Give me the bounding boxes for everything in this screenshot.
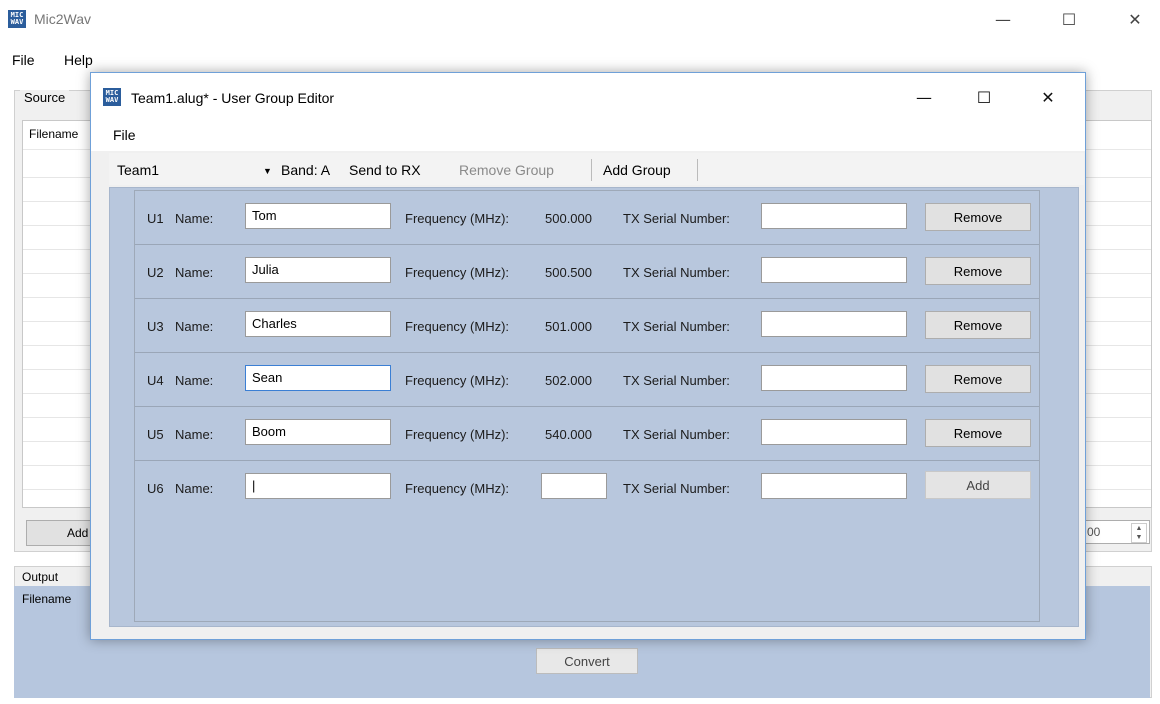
filename-column-header[interactable]: Filename bbox=[29, 127, 78, 141]
frequency-label: Frequency (MHz): bbox=[405, 373, 510, 388]
source-label: Source bbox=[20, 90, 70, 105]
name-label: Name: bbox=[175, 373, 214, 388]
add-file-button[interactable]: Add bbox=[26, 520, 92, 546]
tx-serial-label: TX Serial Number: bbox=[623, 211, 730, 226]
toolbar-separator bbox=[591, 159, 592, 181]
app-icon: MIC WAV bbox=[8, 10, 26, 28]
name-label: Name: bbox=[175, 319, 214, 334]
spinner-value: 00 bbox=[1087, 525, 1101, 539]
window-title: Mic2Wav bbox=[34, 11, 92, 27]
remove-user-button[interactable]: Remove bbox=[925, 203, 1031, 231]
dialog-close-icon[interactable]: ✕ bbox=[1025, 78, 1071, 116]
user-editor-panel: U1 Name: Tom Frequency (MHz): 500.000 TX… bbox=[109, 187, 1079, 627]
user-id: U4 bbox=[147, 373, 164, 388]
name-input[interactable]: | bbox=[245, 473, 391, 499]
dialog-menu-bar: File bbox=[91, 121, 1085, 151]
frequency-label: Frequency (MHz): bbox=[405, 211, 510, 226]
user-row-u4: U4 Name: Sean Frequency (MHz): 502.000 T… bbox=[135, 353, 1039, 407]
user-row-u3: U3 Name: Charles Frequency (MHz): 501.00… bbox=[135, 299, 1039, 353]
user-row-u5: U5 Name: Boom Frequency (MHz): 540.000 T… bbox=[135, 407, 1039, 461]
output-filename-label: Filename bbox=[22, 592, 72, 606]
tx-serial-input[interactable] bbox=[761, 257, 907, 283]
menu-help[interactable]: Help bbox=[64, 52, 93, 68]
frequency-value: 500.000 bbox=[545, 211, 592, 226]
dialog-minimize-icon[interactable]: — bbox=[901, 78, 947, 116]
frequency-value: 500.500 bbox=[545, 265, 592, 280]
value-spinner[interactable]: 00 ▲ ▼ bbox=[1080, 520, 1150, 544]
user-row-u1: U1 Name: Tom Frequency (MHz): 500.000 TX… bbox=[135, 191, 1039, 245]
dialog-maximize-icon[interactable]: ☐ bbox=[961, 78, 1007, 116]
menu-file[interactable]: File bbox=[12, 52, 35, 68]
tx-serial-label: TX Serial Number: bbox=[623, 481, 730, 496]
frequency-label: Frequency (MHz): bbox=[405, 265, 510, 280]
name-input[interactable]: Boom bbox=[245, 419, 391, 445]
tx-serial-label: TX Serial Number: bbox=[623, 319, 730, 334]
user-id: U2 bbox=[147, 265, 164, 280]
tx-serial-label: TX Serial Number: bbox=[623, 265, 730, 280]
maximize-icon[interactable]: ☐ bbox=[1046, 0, 1092, 38]
tx-serial-input[interactable] bbox=[761, 203, 907, 229]
convert-button[interactable]: Convert bbox=[536, 648, 638, 674]
tx-serial-input[interactable] bbox=[761, 365, 907, 391]
tx-serial-label: TX Serial Number: bbox=[623, 373, 730, 388]
name-label: Name: bbox=[175, 427, 214, 442]
add-group-button[interactable]: Add Group bbox=[603, 162, 671, 178]
main-title-bar: MIC WAV Mic2Wav — ☐ ✕ bbox=[0, 0, 1160, 38]
frequency-value: 540.000 bbox=[545, 427, 592, 442]
name-label: Name: bbox=[175, 211, 214, 226]
frequency-label: Frequency (MHz): bbox=[405, 319, 510, 334]
user-group-editor-dialog: MIC WAV Team1.alug* - User Group Editor … bbox=[90, 72, 1086, 640]
name-label: Name: bbox=[175, 481, 214, 496]
tx-serial-label: TX Serial Number: bbox=[623, 427, 730, 442]
band-label[interactable]: Band: A bbox=[281, 162, 330, 178]
frequency-value: 502.000 bbox=[545, 373, 592, 388]
user-row-u2: U2 Name: Julia Frequency (MHz): 500.500 … bbox=[135, 245, 1039, 299]
name-input[interactable]: Tom bbox=[245, 203, 391, 229]
user-list: U1 Name: Tom Frequency (MHz): 500.000 TX… bbox=[134, 190, 1040, 622]
user-id: U6 bbox=[147, 481, 164, 496]
spinner-arrows-icon[interactable]: ▲ ▼ bbox=[1131, 523, 1147, 543]
frequency-value: 501.000 bbox=[545, 319, 592, 334]
toolbar-separator bbox=[697, 159, 698, 181]
dialog-toolbar: Team1 ▼ Band: A Send to RX Remove Group … bbox=[109, 153, 1084, 185]
dialog-app-icon: MIC WAV bbox=[103, 88, 121, 106]
user-id: U5 bbox=[147, 427, 164, 442]
send-to-rx-button[interactable]: Send to RX bbox=[349, 162, 421, 178]
frequency-label: Frequency (MHz): bbox=[405, 481, 510, 496]
name-input[interactable]: Charles bbox=[245, 311, 391, 337]
name-label: Name: bbox=[175, 265, 214, 280]
tx-serial-input[interactable] bbox=[761, 473, 907, 499]
tx-serial-input[interactable] bbox=[761, 419, 907, 445]
frequency-label: Frequency (MHz): bbox=[405, 427, 510, 442]
user-id: U3 bbox=[147, 319, 164, 334]
add-user-button[interactable]: Add bbox=[925, 471, 1031, 499]
remove-user-button[interactable]: Remove bbox=[925, 311, 1031, 339]
output-label: Output bbox=[22, 570, 59, 584]
dialog-title: Team1.alug* - User Group Editor bbox=[131, 90, 335, 106]
name-input[interactable]: Julia bbox=[245, 257, 391, 283]
remove-user-button[interactable]: Remove bbox=[925, 419, 1031, 447]
user-row-u6: U6 Name: | Frequency (MHz): TX Serial Nu… bbox=[135, 461, 1039, 515]
remove-user-button[interactable]: Remove bbox=[925, 365, 1031, 393]
dialog-title-bar: MIC WAV Team1.alug* - User Group Editor … bbox=[91, 73, 1085, 121]
group-select[interactable]: Team1 bbox=[117, 162, 159, 178]
frequency-input[interactable] bbox=[541, 473, 607, 499]
tx-serial-input[interactable] bbox=[761, 311, 907, 337]
remove-user-button[interactable]: Remove bbox=[925, 257, 1031, 285]
remove-group-button[interactable]: Remove Group bbox=[459, 162, 554, 178]
dropdown-arrow-icon[interactable]: ▼ bbox=[263, 166, 272, 176]
dialog-menu-file[interactable]: File bbox=[113, 127, 136, 143]
name-input[interactable]: Sean bbox=[245, 365, 391, 391]
main-menu-bar: File Help bbox=[0, 48, 1160, 72]
minimize-icon[interactable]: — bbox=[980, 0, 1026, 38]
close-icon[interactable]: ✕ bbox=[1112, 0, 1158, 38]
user-id: U1 bbox=[147, 211, 164, 226]
